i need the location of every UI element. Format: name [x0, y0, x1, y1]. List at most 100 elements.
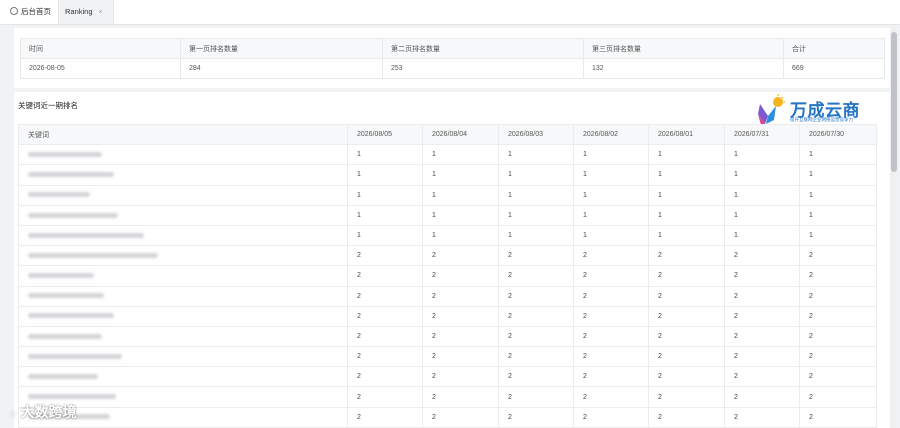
- redacted-keyword: [28, 212, 118, 218]
- column-header: 2026/08/04: [422, 123, 499, 146]
- rank-cell: 2: [422, 245, 499, 267]
- page-scrollbar[interactable]: [891, 28, 897, 428]
- rank-cell: 2: [799, 407, 877, 428]
- rank-cell: 1: [347, 225, 423, 247]
- keyword-cell: [18, 286, 348, 307]
- rank-cell: 2: [422, 306, 499, 327]
- rank-cell: 2: [799, 366, 877, 388]
- rank-cell: 1: [347, 164, 423, 186]
- rank-cell: 2: [422, 326, 499, 348]
- rank-cell: 2: [422, 346, 499, 368]
- summary-value: 132: [583, 58, 784, 79]
- column-header: 2026/07/31: [724, 123, 800, 146]
- rank-cell: 1: [573, 205, 649, 226]
- rank-cell: 2: [498, 286, 574, 307]
- rank-cell: 2: [724, 286, 800, 307]
- rank-cell: 2: [422, 407, 499, 428]
- rank-cell: 2: [498, 306, 574, 327]
- rank-cell: 2: [724, 245, 800, 267]
- redacted-keyword: [28, 232, 144, 238]
- keyword-cell: [18, 306, 348, 327]
- column-header: 2026/08/05: [347, 123, 423, 146]
- redacted-keyword: [28, 273, 94, 279]
- rank-cell: 1: [648, 144, 725, 166]
- rank-cell: 2: [573, 386, 649, 408]
- redacted-keyword: [28, 192, 90, 198]
- keyword-ranking-panel: 关键词近一期排名 万成云商 提升互联网企业网络运营竞争力 关键词 2026/08…: [14, 92, 890, 428]
- rank-cell: 2: [573, 286, 649, 307]
- rank-cell: 2: [724, 386, 800, 408]
- redacted-keyword: [28, 313, 114, 319]
- rank-cell: 1: [648, 164, 725, 186]
- rank-cell: 2: [498, 386, 574, 408]
- keyword-cell: [18, 245, 348, 267]
- rank-cell: 1: [422, 225, 499, 247]
- table-row: 2222222: [18, 366, 877, 388]
- table-row: 1111111: [18, 225, 877, 247]
- summary-value: 253: [382, 58, 584, 79]
- watermark-text: 大数跨境: [20, 404, 77, 420]
- brand-tagline: 提升互联网企业网络运营竞争力: [790, 117, 853, 122]
- keyword-cell: [18, 366, 348, 388]
- watermark-icon: ◌: [10, 408, 17, 420]
- table-row: 2222222: [18, 386, 877, 408]
- rank-cell: 1: [498, 225, 574, 247]
- rank-cell: 2: [799, 386, 877, 408]
- rank-cell: 2: [648, 386, 725, 408]
- redacted-keyword: [28, 151, 102, 157]
- column-header: 2026/08/02: [573, 123, 649, 146]
- rank-cell: 2: [724, 366, 800, 388]
- rank-cell: 1: [422, 205, 499, 226]
- tab-ranking-label: Ranking: [65, 7, 93, 16]
- rank-cell: 2: [799, 286, 877, 307]
- table-row: 2222222: [18, 346, 877, 368]
- column-header: 2026/08/03: [498, 123, 574, 146]
- redacted-keyword: [28, 333, 102, 339]
- rank-cell: 1: [799, 205, 877, 226]
- rank-cell: 2: [347, 245, 423, 267]
- rank-cell: 1: [573, 164, 649, 186]
- redacted-keyword: [28, 374, 98, 379]
- rank-cell: 1: [648, 225, 725, 247]
- table-row: 1111111: [18, 164, 877, 186]
- table-row: 1111111: [18, 205, 877, 226]
- keyword-cell: [18, 205, 348, 226]
- rank-cell: 2: [648, 326, 725, 348]
- rank-cell: 2: [347, 346, 423, 368]
- rank-cell: 1: [498, 185, 574, 206]
- close-icon[interactable]: ×: [99, 9, 103, 16]
- rank-cell: 2: [573, 265, 649, 287]
- tab-home[interactable]: 后台首页: [4, 0, 58, 24]
- rank-cell: 2: [347, 326, 423, 348]
- keyword-cell: [18, 225, 348, 247]
- keyword-cell: [18, 144, 348, 166]
- rank-cell: 1: [573, 144, 649, 166]
- keyword-cell: [18, 185, 348, 206]
- table-row: 2222222: [18, 326, 877, 348]
- rank-cell: 2: [724, 407, 800, 428]
- rank-cell: 1: [347, 205, 423, 226]
- rank-cell: 1: [347, 144, 423, 166]
- rank-cell: 2: [347, 366, 423, 388]
- rank-cell: 2: [724, 265, 800, 287]
- table-row: 1111111: [18, 144, 877, 166]
- rank-cell: 2: [648, 306, 725, 327]
- rank-cell: 1: [498, 205, 574, 226]
- summary-value: 2026-08-05: [20, 58, 181, 79]
- table-row: 2222222: [18, 265, 877, 287]
- tab-ranking[interactable]: Ranking ×: [58, 0, 114, 24]
- rank-cell: 2: [347, 306, 423, 327]
- rank-cell: 2: [498, 366, 574, 388]
- redacted-keyword: [28, 394, 116, 400]
- scrollbar-thumb[interactable]: [891, 32, 897, 172]
- section-title: 关键词近一期排名: [18, 101, 78, 110]
- rank-cell: 2: [573, 245, 649, 267]
- summary-value-row: 2026-08-05 284 253 132 669: [20, 58, 885, 79]
- rank-cell: 2: [648, 346, 725, 368]
- summary-value: 669: [783, 58, 885, 79]
- rank-cell: 2: [573, 366, 649, 388]
- rank-cell: 1: [724, 144, 800, 166]
- rank-cell: 2: [573, 326, 649, 348]
- brand-logo-icon: [758, 94, 785, 125]
- rank-cell: 1: [422, 164, 499, 186]
